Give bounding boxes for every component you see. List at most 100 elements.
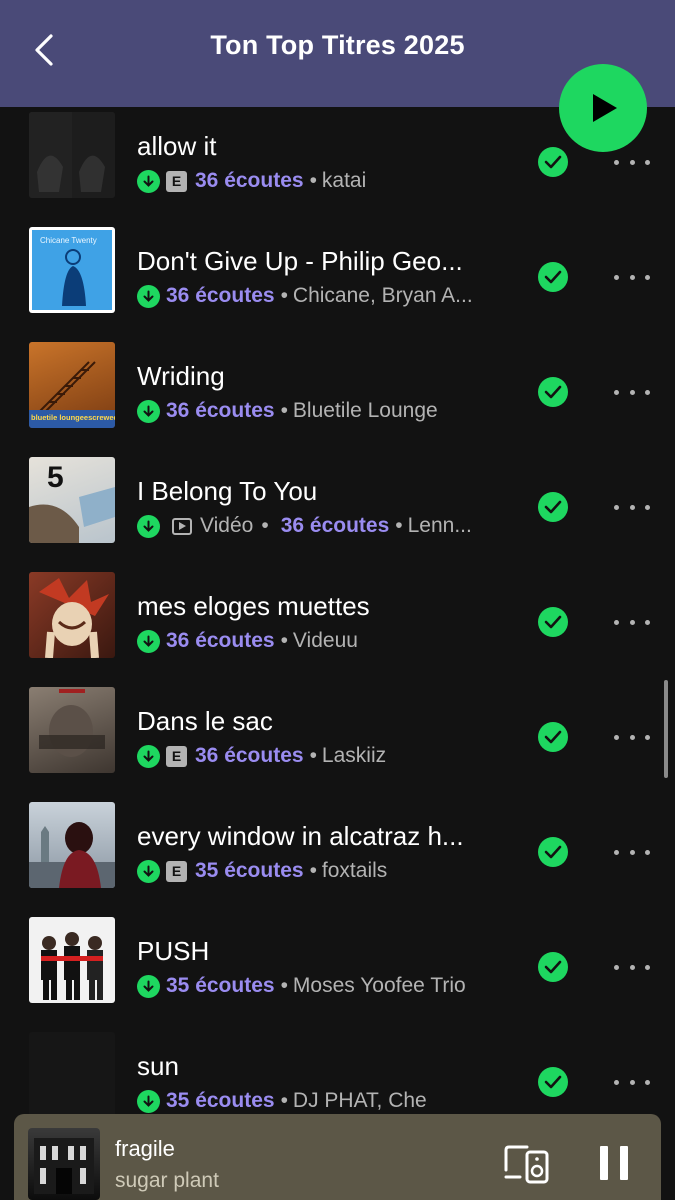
more-options-button[interactable]: [614, 727, 650, 747]
track-row[interactable]: mes eloges muettes 36 écoutes • Videuu: [0, 572, 675, 687]
track-title: every window in alcatraz h...: [137, 821, 464, 851]
downloaded-icon: [137, 629, 160, 653]
explicit-badge: E: [166, 860, 187, 882]
downloaded-icon: [137, 284, 160, 308]
track-title: Dans le sac: [137, 706, 273, 736]
play-count: 36 écoutes: [166, 399, 275, 422]
album-cover: Chicane Twenty: [29, 227, 115, 313]
mini-player[interactable]: fragile sugar plant: [14, 1114, 661, 1200]
more-options-button[interactable]: [614, 382, 650, 402]
play-count: 36 écoutes: [195, 169, 304, 192]
track-title: allow it: [137, 131, 217, 161]
track-row[interactable]: every window in alcatraz h... E 35 écout…: [0, 802, 675, 917]
track-row[interactable]: bluetile loungeescrewed Wriding 36 écout…: [0, 342, 675, 457]
more-options-button[interactable]: [614, 1072, 650, 1092]
pause-icon: [600, 1146, 608, 1180]
track-meta: E 36 écoutes • Laskiiz: [137, 742, 502, 770]
artist-name: foxtails: [321, 859, 388, 882]
saved-check-icon[interactable]: [538, 952, 568, 982]
track-row[interactable]: 5 I Belong To You Vidéo • 36 écoutes • L…: [0, 457, 675, 572]
separator: •: [309, 744, 317, 767]
album-cover: [29, 572, 115, 658]
play-button[interactable]: [559, 64, 647, 152]
saved-check-icon[interactable]: [538, 492, 568, 522]
track-list[interactable]: allow it E 36 écoutes • katai Chicane Tw…: [0, 107, 675, 1117]
artist-name: Chicane, Bryan A...: [292, 284, 473, 307]
downloaded-icon: [137, 744, 160, 768]
track-title: Don't Give Up - Philip Geo...: [137, 246, 463, 276]
saved-check-icon[interactable]: [538, 262, 568, 292]
pause-button[interactable]: [600, 1146, 628, 1180]
track-title: mes eloges muettes: [137, 591, 370, 621]
saved-check-icon[interactable]: [538, 722, 568, 752]
saved-check-icon[interactable]: [538, 377, 568, 407]
track-title: PUSH: [137, 936, 210, 966]
album-cover: [29, 687, 115, 773]
separator: •: [280, 399, 288, 422]
artist-name: Laskiiz: [321, 744, 387, 767]
now-playing-title: fragile: [115, 1136, 175, 1161]
saved-check-icon[interactable]: [538, 837, 568, 867]
track-meta: 35 écoutes • Moses Yoofee Trio: [137, 972, 502, 1000]
pause-icon: [620, 1146, 628, 1180]
connect-device-icon: [504, 1145, 549, 1184]
artist-name: DJ PHAT, Che: [292, 1089, 427, 1112]
cover-text: Chicane Twenty: [40, 236, 97, 245]
album-cover: [29, 802, 115, 888]
track-meta: E 36 écoutes • katai: [137, 167, 502, 195]
separator: •: [395, 514, 403, 537]
album-cover: bluetile loungeescrewed: [29, 342, 115, 428]
cover-text: bluetile loungeescrewed: [31, 413, 115, 422]
now-playing-artist: sugar plant: [115, 1169, 219, 1192]
now-playing-cover: [28, 1128, 100, 1200]
album-cover: 5: [29, 457, 115, 543]
more-options-button[interactable]: [614, 957, 650, 977]
track-title: I Belong To You: [137, 476, 318, 506]
more-options-button[interactable]: [614, 267, 650, 287]
album-cover: [29, 1032, 115, 1117]
more-options-button[interactable]: [614, 842, 650, 862]
scrollbar[interactable]: [664, 680, 668, 778]
saved-check-icon[interactable]: [538, 607, 568, 637]
saved-check-icon[interactable]: [538, 147, 568, 177]
play-count: 35 écoutes: [166, 1089, 275, 1112]
separator: •: [280, 629, 288, 652]
play-count: 36 écoutes: [166, 284, 275, 307]
track-meta: 36 écoutes • Bluetile Lounge: [137, 397, 502, 425]
track-meta: E 35 écoutes • foxtails: [137, 857, 502, 885]
album-cover: [29, 112, 115, 198]
play-count: 36 écoutes: [280, 514, 390, 537]
connect-device-button[interactable]: [502, 1144, 550, 1184]
track-row[interactable]: Dans le sac E 36 écoutes • Laskiiz: [0, 687, 675, 802]
separator: •: [280, 974, 288, 997]
more-options-button[interactable]: [614, 497, 650, 517]
track-row[interactable]: PUSH 35 écoutes • Moses Yoofee Trio: [0, 917, 675, 1032]
saved-check-icon[interactable]: [538, 1067, 568, 1097]
explicit-badge: E: [166, 745, 187, 767]
downloaded-icon: [137, 169, 160, 193]
separator: •: [309, 169, 317, 192]
downloaded-icon: [137, 399, 160, 423]
page-title: Ton Top Titres 2025: [210, 30, 465, 60]
artist-name: katai: [321, 169, 367, 192]
more-options-button[interactable]: [614, 152, 650, 172]
artist-name: Moses Yoofee Trio: [292, 974, 466, 997]
more-options-button[interactable]: [614, 612, 650, 632]
play-count: 35 écoutes: [166, 974, 275, 997]
track-meta: 35 écoutes • DJ PHAT, Che: [137, 1087, 502, 1115]
track-meta: 36 écoutes • Chicane, Bryan A...: [137, 282, 502, 310]
artist-name: Lenn...: [407, 514, 472, 537]
video-label: Vidéo: [200, 514, 254, 537]
play-icon: [593, 94, 617, 122]
downloaded-icon: [137, 514, 160, 538]
separator: •: [280, 284, 288, 307]
separator: •: [280, 1089, 288, 1112]
artist-name: Videuu: [292, 629, 358, 652]
explicit-badge: E: [166, 170, 187, 192]
track-meta: Vidéo • 36 écoutes • Lenn...: [137, 512, 502, 540]
track-row[interactable]: Chicane Twenty Don't Give Up - Philip Ge…: [0, 227, 675, 342]
play-count: 35 écoutes: [195, 859, 304, 882]
track-row[interactable]: sun 35 écoutes • DJ PHAT, Che: [0, 1032, 675, 1117]
artist-name: Bluetile Lounge: [292, 399, 438, 422]
play-count: 36 écoutes: [195, 744, 304, 767]
